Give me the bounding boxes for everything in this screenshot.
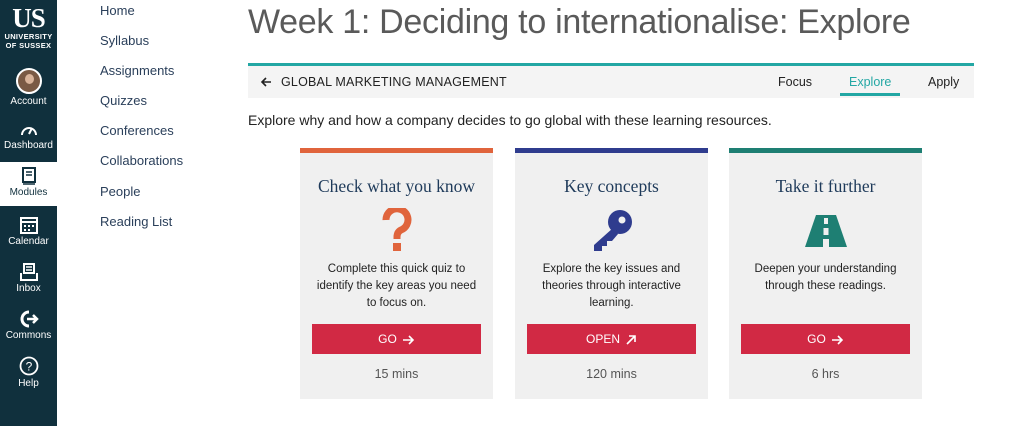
tab-apply[interactable]: Apply <box>928 75 959 89</box>
nav-calendar-label: Calendar <box>8 236 49 247</box>
arrow-right-icon <box>831 335 843 345</box>
go-button[interactable]: GO <box>312 324 481 354</box>
nav-inbox-label: Inbox <box>16 283 41 294</box>
avatar <box>15 68 42 94</box>
intro-text: Explore why and how a company decides to… <box>248 112 772 128</box>
course-nav-quizzes[interactable]: Quizzes <box>100 93 147 108</box>
card-accent-bar <box>515 148 708 153</box>
card-description: Complete this quick quiz to identify the… <box>316 263 477 309</box>
university-logo[interactable]: US UNIVERSITY OF SUSSEX <box>0 4 57 50</box>
nav-commons[interactable]: Commons <box>0 310 57 341</box>
nav-modules-label: Modules <box>9 187 48 198</box>
card-description: Explore the key issues and theories thro… <box>542 263 681 309</box>
course-nav-home[interactable]: Home <box>100 3 135 18</box>
card-duration: 6 hrs <box>811 367 840 381</box>
card-title: Check what you know <box>318 176 475 196</box>
page-title: Week 1: Deciding to internationalise: Ex… <box>248 3 911 41</box>
global-nav: US UNIVERSITY OF SUSSEX Account Dashboar… <box>0 0 57 426</box>
card-accent-bar <box>300 148 493 153</box>
course-nav-assignments[interactable]: Assignments <box>100 63 174 78</box>
card-description: Deepen your understanding through these … <box>754 263 897 292</box>
card-take-it-further: Take it further Deepen your understandin… <box>729 148 922 399</box>
nav-calendar[interactable]: Calendar <box>0 216 57 247</box>
nav-dashboard-label: Dashboard <box>4 140 53 151</box>
arrow-right-icon <box>402 335 414 345</box>
go-button-label: GO <box>378 332 397 346</box>
card-duration: 120 mins <box>586 367 637 381</box>
inbox-icon <box>19 263 38 281</box>
tab-focus[interactable]: Focus <box>778 75 812 89</box>
calendar-icon <box>19 217 38 234</box>
nav-dashboard[interactable]: Dashboard <box>0 122 57 151</box>
go-button-label: GO <box>807 332 826 346</box>
card-accent-bar <box>729 148 922 153</box>
nav-modules[interactable]: Modules <box>0 162 57 206</box>
course-nav-collaborations[interactable]: Collaborations <box>100 153 183 168</box>
course-nav-syllabus[interactable]: Syllabus <box>100 33 149 48</box>
course-nav-reading-list[interactable]: Reading List <box>100 214 172 229</box>
question-mark-icon <box>381 208 411 251</box>
active-tab-indicator <box>840 93 900 96</box>
nav-account[interactable]: Account <box>0 68 57 107</box>
card-key-concepts: Key concepts Explore the key issues and … <box>515 148 708 399</box>
course-nav-conferences[interactable]: Conferences <box>100 123 174 138</box>
open-button-label: OPEN <box>585 332 620 346</box>
road-icon <box>804 215 847 247</box>
course-name-link[interactable]: GLOBAL MARKETING MANAGEMENT <box>281 75 507 89</box>
card-check-what-you-know: Check what you know Complete this quick … <box>300 148 493 399</box>
card-duration: 15 mins <box>374 367 419 381</box>
svg-text:?: ? <box>25 360 32 374</box>
open-button[interactable]: OPEN <box>527 324 696 354</box>
dashboard-icon <box>20 127 37 136</box>
nav-help[interactable]: ? Help <box>0 356 57 389</box>
nav-help-label: Help <box>18 378 39 389</box>
section-subnav: GLOBAL MARKETING MANAGEMENT Focus Explor… <box>248 66 974 98</box>
nav-commons-label: Commons <box>5 330 52 341</box>
key-icon <box>593 210 632 251</box>
tab-explore[interactable]: Explore <box>849 75 891 89</box>
commons-icon <box>20 310 39 328</box>
help-icon: ? <box>19 356 38 376</box>
course-nav-people[interactable]: People <box>100 184 140 199</box>
card-title: Take it further <box>775 176 876 196</box>
go-button[interactable]: GO <box>741 324 910 354</box>
nav-account-label: Account <box>10 96 47 107</box>
modules-icon <box>21 167 36 185</box>
card-title: Key concepts <box>564 176 659 196</box>
arrow-up-right-icon <box>626 335 636 345</box>
nav-inbox[interactable]: Inbox <box>0 263 57 294</box>
arrow-left-icon[interactable] <box>260 76 272 88</box>
